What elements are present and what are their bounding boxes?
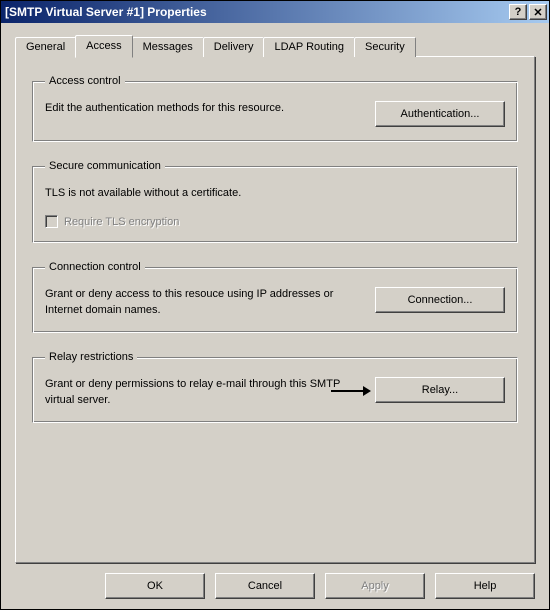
desc-connection-control: Grant or deny access to this resouce usi… bbox=[45, 287, 365, 318]
legend-secure-communication: Secure communication bbox=[45, 160, 165, 172]
desc-relay-restrictions: Grant or deny permissions to relay e-mai… bbox=[45, 377, 365, 408]
tab-ldap-routing[interactable]: LDAP Routing bbox=[263, 37, 355, 57]
desc-secure-communication: TLS is not available without a certifica… bbox=[45, 186, 505, 201]
tab-access[interactable]: Access bbox=[75, 35, 132, 58]
apply-button[interactable]: Apply bbox=[325, 573, 425, 599]
client-area: General Access Messages Delivery LDAP Ro… bbox=[1, 23, 549, 609]
titlebar: [SMTP Virtual Server #1] Properties ? ✕ bbox=[1, 1, 549, 23]
authentication-button[interactable]: Authentication... bbox=[375, 101, 505, 127]
tabpanel-access: Access control Edit the authentication m… bbox=[15, 56, 535, 563]
group-connection-control: Connection control Grant or deny access … bbox=[32, 261, 518, 333]
relay-button[interactable]: Relay... bbox=[375, 377, 505, 403]
checkbox-require-tls: Require TLS encryption bbox=[45, 215, 505, 228]
connection-button[interactable]: Connection... bbox=[375, 287, 505, 313]
tab-general[interactable]: General bbox=[15, 37, 76, 57]
desc-access-control: Edit the authentication methods for this… bbox=[45, 101, 365, 116]
title-controls: ? ✕ bbox=[507, 4, 547, 20]
group-secure-communication: Secure communication TLS is not availabl… bbox=[32, 160, 518, 243]
group-relay-restrictions: Relay restrictions Grant or deny permiss… bbox=[32, 351, 518, 423]
legend-access-control: Access control bbox=[45, 75, 125, 87]
checkbox-label-require-tls: Require TLS encryption bbox=[64, 216, 179, 228]
properties-window: [SMTP Virtual Server #1] Properties ? ✕ … bbox=[0, 0, 550, 610]
legend-connection-control: Connection control bbox=[45, 261, 145, 273]
cancel-button[interactable]: Cancel bbox=[215, 573, 315, 599]
tabstrip: General Access Messages Delivery LDAP Ro… bbox=[15, 35, 535, 57]
legend-relay-restrictions: Relay restrictions bbox=[45, 351, 137, 363]
help-button-bottom[interactable]: Help bbox=[435, 573, 535, 599]
tab-messages[interactable]: Messages bbox=[132, 37, 204, 57]
tab-security[interactable]: Security bbox=[354, 37, 416, 57]
tab-delivery[interactable]: Delivery bbox=[203, 37, 265, 57]
help-button[interactable]: ? bbox=[509, 4, 527, 20]
close-button[interactable]: ✕ bbox=[529, 4, 547, 20]
dialog-button-row: OK Cancel Apply Help bbox=[15, 563, 535, 599]
ok-button[interactable]: OK bbox=[105, 573, 205, 599]
checkbox-box-require-tls bbox=[45, 215, 58, 228]
window-title: [SMTP Virtual Server #1] Properties bbox=[5, 5, 507, 19]
group-access-control: Access control Edit the authentication m… bbox=[32, 75, 518, 142]
